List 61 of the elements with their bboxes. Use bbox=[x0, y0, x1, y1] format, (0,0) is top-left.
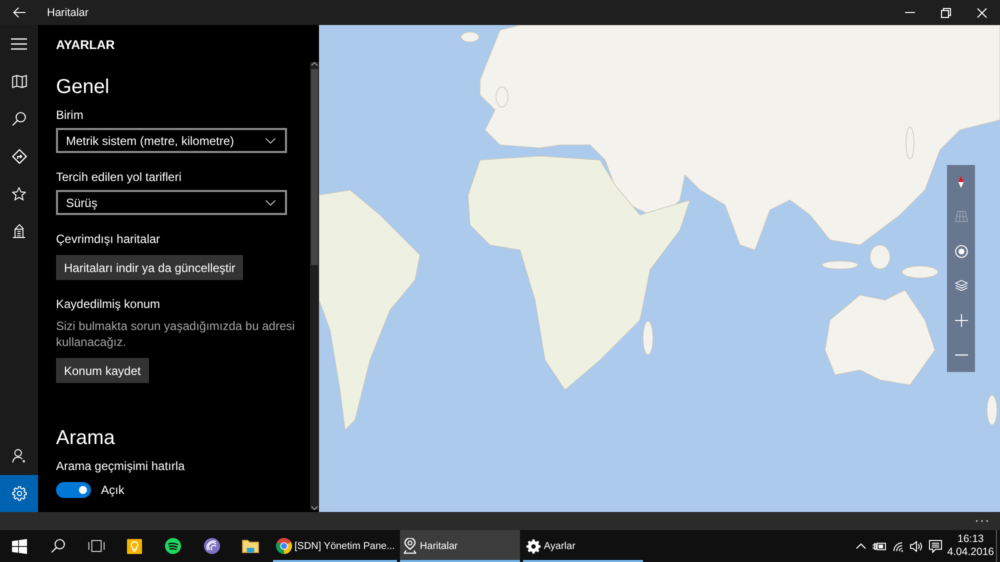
circle-logo-icon bbox=[276, 538, 292, 554]
search-icon bbox=[50, 539, 65, 553]
action-button[interactable]: Konum kaydet bbox=[56, 358, 149, 383]
star-icon bbox=[12, 186, 26, 201]
search-icon bbox=[12, 112, 26, 126]
layers-icon bbox=[954, 280, 968, 292]
window-title: Haritalar bbox=[47, 6, 89, 18]
scrollbar-thumb[interactable] bbox=[311, 69, 318, 265]
folded-map-icon bbox=[12, 74, 26, 88]
striped-disc-icon bbox=[165, 538, 182, 554]
chevron-down-icon bbox=[265, 200, 276, 206]
plus-icon bbox=[954, 314, 968, 327]
action-button[interactable]: Haritaları indir ya da güncelleştir bbox=[56, 255, 244, 280]
settings-button[interactable] bbox=[0, 474, 38, 512]
setting-label: Arama geçmişimi hatırla bbox=[56, 458, 185, 474]
restore-icon bbox=[941, 8, 951, 18]
taskbar-app-button[interactable]: Haritalar bbox=[400, 530, 520, 562]
stacked-windows-icon bbox=[88, 540, 105, 552]
battery-plug-icon[interactable] bbox=[872, 540, 888, 552]
toggle-switch[interactable] bbox=[56, 482, 91, 498]
close-icon bbox=[977, 8, 987, 18]
speaker-icon[interactable] bbox=[910, 540, 924, 552]
turn-sign-icon bbox=[12, 148, 26, 164]
map-pin-icon bbox=[402, 538, 417, 554]
minimize-icon bbox=[905, 12, 915, 13]
toggle-state-label: Açık bbox=[101, 482, 124, 498]
dropdown[interactable]: Sürüş bbox=[56, 190, 287, 215]
settings-icon bbox=[12, 486, 26, 501]
clock-date: 4.04.2016 bbox=[947, 546, 994, 559]
target-icon bbox=[954, 244, 968, 258]
arrow-left-icon bbox=[12, 7, 26, 18]
minus-icon bbox=[954, 354, 968, 356]
wifi-icon[interactable] bbox=[892, 540, 905, 552]
setting-label: Kaydedilmiş konum bbox=[56, 296, 160, 312]
setting-description: Sizi bulmakta sorun yaşadığımızda bu adresi kullanacağız. bbox=[56, 318, 296, 350]
building-icon bbox=[12, 224, 26, 238]
clock-time: 16:13 bbox=[958, 533, 984, 546]
section-heading: Arama bbox=[56, 426, 115, 451]
scrollbar[interactable] bbox=[310, 62, 319, 510]
chevron-down-icon bbox=[265, 138, 276, 144]
chevron-up-icon[interactable] bbox=[856, 543, 866, 549]
setting-label: Birim bbox=[56, 107, 84, 123]
message-icon[interactable] bbox=[928, 540, 942, 552]
compass-needle-icon bbox=[958, 176, 964, 188]
setting-label: Tercih edilen yol tarifleri bbox=[56, 169, 182, 185]
swirl-disc-icon bbox=[204, 538, 220, 554]
taskbar-app-button[interactable]: [SDN] Yönetim Pane... bbox=[272, 530, 397, 562]
taskbar-app-button[interactable]: Ayarlar bbox=[522, 530, 643, 562]
folder-icon bbox=[242, 539, 259, 553]
panel-title: AYARLAR bbox=[56, 37, 115, 53]
menu-icon bbox=[11, 38, 27, 50]
person-icon bbox=[12, 448, 26, 463]
setting-label: Çevrimdışı haritalar bbox=[56, 231, 160, 247]
caret-up-icon bbox=[311, 62, 318, 66]
caret-down-icon bbox=[311, 506, 318, 510]
four-panes-icon bbox=[12, 538, 27, 554]
lightbulb-tile-icon bbox=[127, 538, 142, 554]
grid-icon bbox=[954, 211, 968, 222]
section-heading: Genel bbox=[56, 75, 110, 100]
dropdown[interactable]: Metrik sistem (metre, kilometre) bbox=[56, 128, 287, 153]
gear-icon bbox=[526, 538, 541, 554]
